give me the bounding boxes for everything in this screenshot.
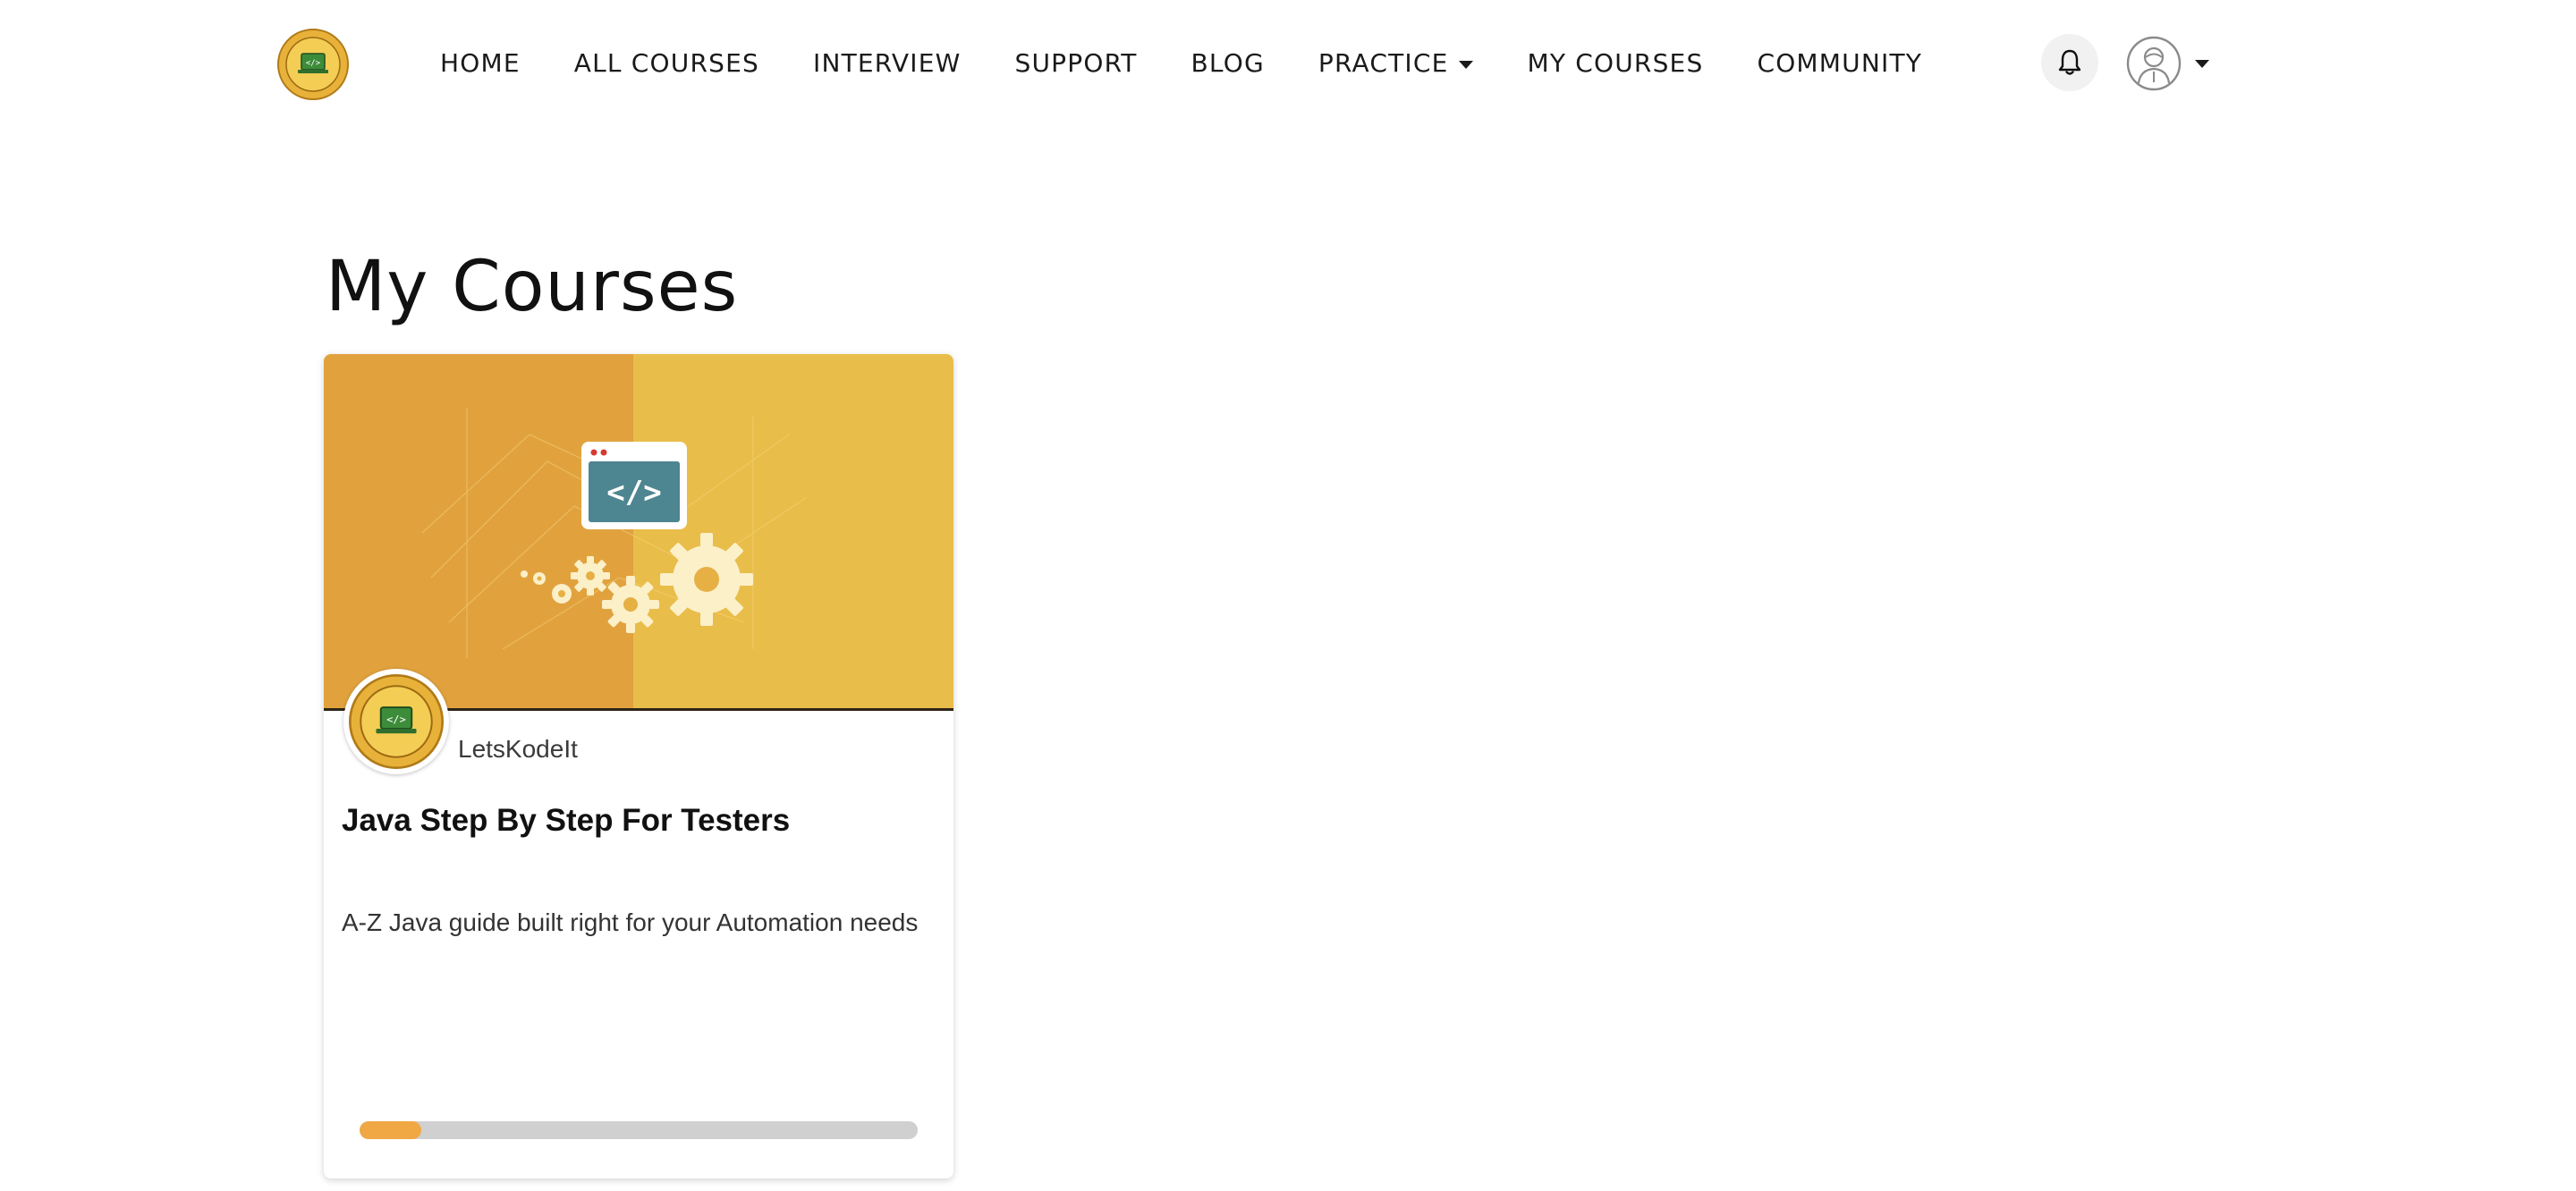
course-author: LetsKodeIt xyxy=(458,735,578,763)
nav-home[interactable]: HOME xyxy=(440,48,521,78)
user-avatar-icon xyxy=(2126,36,2182,91)
nav-blog[interactable]: BLOG xyxy=(1191,48,1265,78)
user-avatar-button[interactable] xyxy=(2126,36,2182,91)
bell-icon xyxy=(2058,49,2081,75)
nav-label: INTERVIEW xyxy=(812,48,962,78)
nav-label: BLOG xyxy=(1191,48,1265,78)
code-window-gears-icon: </> xyxy=(324,354,953,708)
nav-community[interactable]: COMMUNITY xyxy=(1757,48,1922,78)
author-avatar: </> xyxy=(343,669,449,774)
svg-text:</>: </> xyxy=(386,713,406,725)
page-title: My Courses xyxy=(326,247,739,327)
course-card[interactable]: </> </> LetsKodeIt Java Step By Step For… xyxy=(324,354,953,1178)
course-progress-bar xyxy=(360,1121,918,1139)
nav-practice-dropdown[interactable]: PRACTICE xyxy=(1318,48,1474,78)
nav-label: COMMUNITY xyxy=(1757,48,1923,78)
nav-label: SUPPORT xyxy=(1014,48,1138,78)
nav-label: HOME xyxy=(440,48,521,78)
user-menu-caret-icon[interactable] xyxy=(2195,60,2209,68)
nav-all-courses[interactable]: ALL COURSES xyxy=(574,48,759,78)
course-title[interactable]: Java Step By Step For Testers xyxy=(342,803,932,839)
letskodeit-logo-icon: </> xyxy=(349,674,444,769)
course-image: </> xyxy=(324,354,953,711)
main-nav: HOME ALL COURSES INTERVIEW SUPPORT BLOG … xyxy=(440,48,1976,78)
caret-down-icon xyxy=(1459,61,1474,69)
letskodeit-logo-icon[interactable]: </> xyxy=(277,29,349,100)
nav-interview[interactable]: INTERVIEW xyxy=(813,48,962,78)
svg-text:</>: </> xyxy=(306,59,321,68)
nav-label: ALL COURSES xyxy=(573,48,759,78)
nav-label: MY COURSES xyxy=(1527,48,1704,78)
nav-my-courses[interactable]: MY COURSES xyxy=(1527,48,1703,78)
svg-text:</>: </> xyxy=(606,475,661,511)
course-description: A-Z Java guide built right for your Auto… xyxy=(342,908,919,936)
top-navbar: </> HOME ALL COURSES INTERVIEW SUPPORT B… xyxy=(0,0,2576,134)
nav-label: PRACTICE xyxy=(1318,48,1449,78)
nav-support[interactable]: SUPPORT xyxy=(1015,48,1138,78)
course-progress-fill xyxy=(360,1121,421,1139)
notifications-button[interactable] xyxy=(2041,34,2098,91)
